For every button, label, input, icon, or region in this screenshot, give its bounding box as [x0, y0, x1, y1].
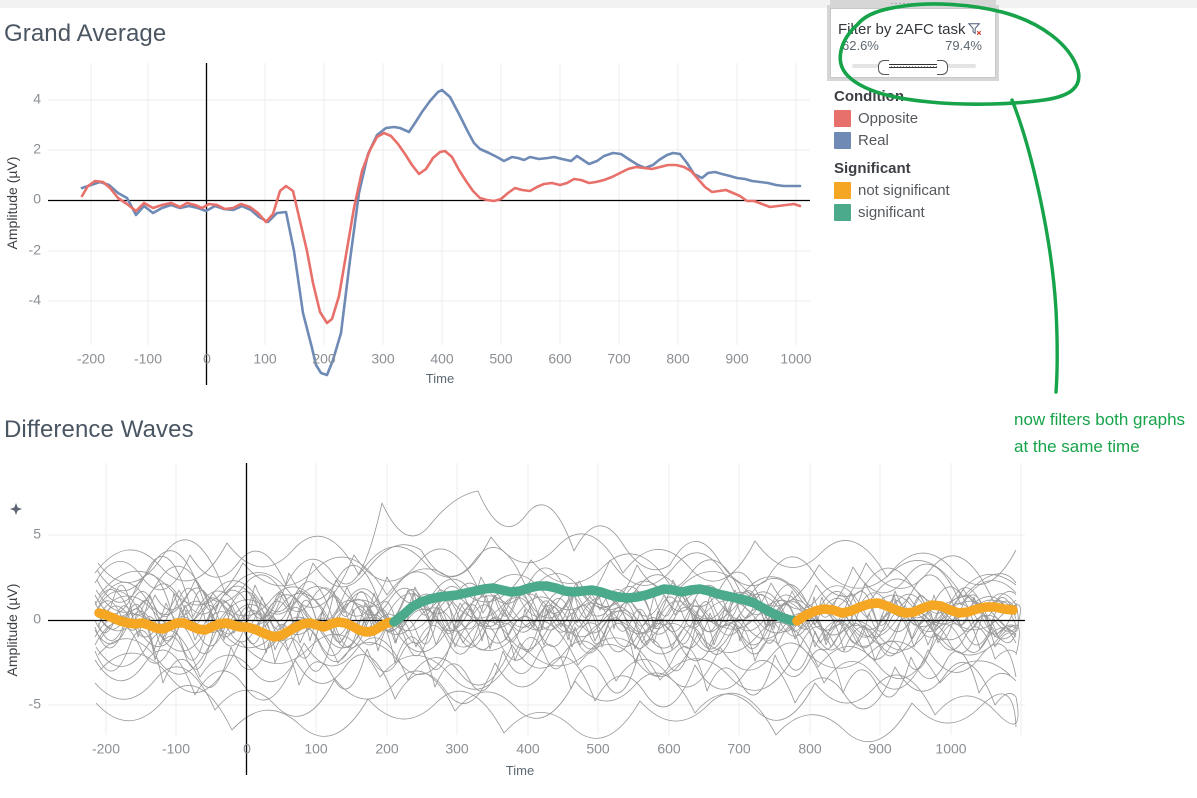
legend-group-significant: Significant not significant significant: [834, 160, 1024, 223]
legend[interactable]: Condition Opposite Real Significant not …: [834, 88, 1024, 232]
svg-text:700: 700: [607, 350, 631, 366]
svg-text:-100: -100: [162, 740, 190, 756]
svg-text:1000: 1000: [780, 350, 811, 366]
y-axis-title: Amplitude (µV): [4, 584, 20, 677]
slider-handle-max[interactable]: [937, 60, 948, 75]
legend-group-condition: Condition Opposite Real: [834, 88, 1024, 151]
svg-text:400: 400: [430, 350, 454, 366]
svg-text:100: 100: [253, 350, 277, 366]
svg-text:300: 300: [445, 740, 469, 756]
legend-label-not-significant: not significant: [858, 182, 950, 199]
filter-range-values: 62.6% 79.4%: [830, 38, 996, 56]
legend-item-opposite[interactable]: Opposite: [834, 108, 1024, 129]
legend-title-condition: Condition: [834, 88, 904, 105]
legend-label-real: Real: [858, 132, 889, 149]
sort-icon: [10, 503, 22, 515]
svg-text:5: 5: [33, 526, 41, 542]
svg-text:-4: -4: [29, 292, 42, 308]
svg-text:2: 2: [33, 141, 41, 157]
page-title-difference-waves: Difference Waves: [4, 416, 194, 443]
grand-average-chart[interactable]: -200 -100 0 100 200 300 400 500 600 700 …: [0, 55, 830, 395]
svg-text:-5: -5: [29, 696, 42, 712]
svg-text:700: 700: [727, 740, 751, 756]
legend-label-opposite: Opposite: [858, 110, 919, 127]
svg-text:-200: -200: [77, 350, 105, 366]
svg-text:900: 900: [868, 740, 892, 756]
series-real-line: [80, 88, 802, 377]
svg-text:600: 600: [657, 740, 681, 756]
legend-label-significant: significant: [858, 204, 925, 221]
slider-handle-min[interactable]: [878, 60, 889, 75]
svg-text:800: 800: [798, 740, 822, 756]
x-axis-title: Time: [426, 371, 454, 386]
svg-text:0: 0: [243, 740, 251, 756]
annotation-text: now filters both graphs at the same time: [1014, 410, 1186, 456]
svg-text:400: 400: [516, 740, 540, 756]
filter-card-title: Filter by 2AFC task: [838, 21, 966, 38]
legend-swatch-not-significant: [834, 182, 851, 199]
filter-range-slider[interactable]: [852, 60, 976, 75]
x-axis-tick-labels: -200 -100 0 100 200 300 400 500 600 700 …: [92, 740, 967, 756]
series-opposite-line: [80, 131, 802, 325]
window-top-band: [0, 0, 1197, 8]
legend-title-significant: Significant: [834, 160, 911, 177]
svg-text:0: 0: [203, 350, 211, 366]
svg-text:500: 500: [586, 740, 610, 756]
filter-max-value: 79.4%: [945, 38, 982, 53]
svg-text:600: 600: [548, 350, 572, 366]
x-axis-tick-labels: -200 -100 0 100 200 300 400 500 600 700 …: [77, 350, 812, 366]
legend-item-significant[interactable]: significant: [834, 202, 1024, 223]
svg-text:0: 0: [33, 191, 41, 207]
x-axis-title: Time: [506, 763, 534, 778]
svg-text:300: 300: [371, 350, 395, 366]
filter-remove-icon[interactable]: [968, 22, 982, 36]
svg-text:0: 0: [33, 611, 41, 627]
y-axis-title: Amplitude (µV): [4, 157, 20, 250]
page-title-grand-average: Grand Average: [4, 20, 167, 47]
svg-text:200: 200: [375, 740, 399, 756]
y-axis-tick-labels: 5 0 -5: [29, 526, 42, 712]
svg-text:100: 100: [304, 740, 328, 756]
legend-swatch-significant: [834, 204, 851, 221]
individual-subject-lines: [94, 490, 1021, 743]
svg-text:-200: -200: [92, 740, 120, 756]
legend-item-real[interactable]: Real: [834, 130, 1024, 151]
filter-min-value: 62.6%: [842, 38, 879, 53]
legend-swatch-real: [834, 132, 851, 149]
svg-text:800: 800: [666, 350, 690, 366]
svg-text:4: 4: [33, 91, 41, 107]
svg-text:900: 900: [725, 350, 749, 366]
legend-swatch-opposite: [834, 110, 851, 127]
svg-text:500: 500: [489, 350, 513, 366]
difference-waves-chart[interactable]: -200 -100 0 100 200 300 400 500 600 700 …: [0, 455, 1080, 795]
svg-text:-100: -100: [134, 350, 162, 366]
svg-text:1000: 1000: [935, 740, 966, 756]
slider-selected-range[interactable]: [884, 64, 940, 68]
y-axis-tick-labels: 4 2 0 -2 -4: [29, 91, 42, 308]
svg-text:-2: -2: [29, 242, 42, 258]
legend-item-not-significant[interactable]: not significant: [834, 180, 1024, 201]
svg-text:200: 200: [312, 350, 336, 366]
